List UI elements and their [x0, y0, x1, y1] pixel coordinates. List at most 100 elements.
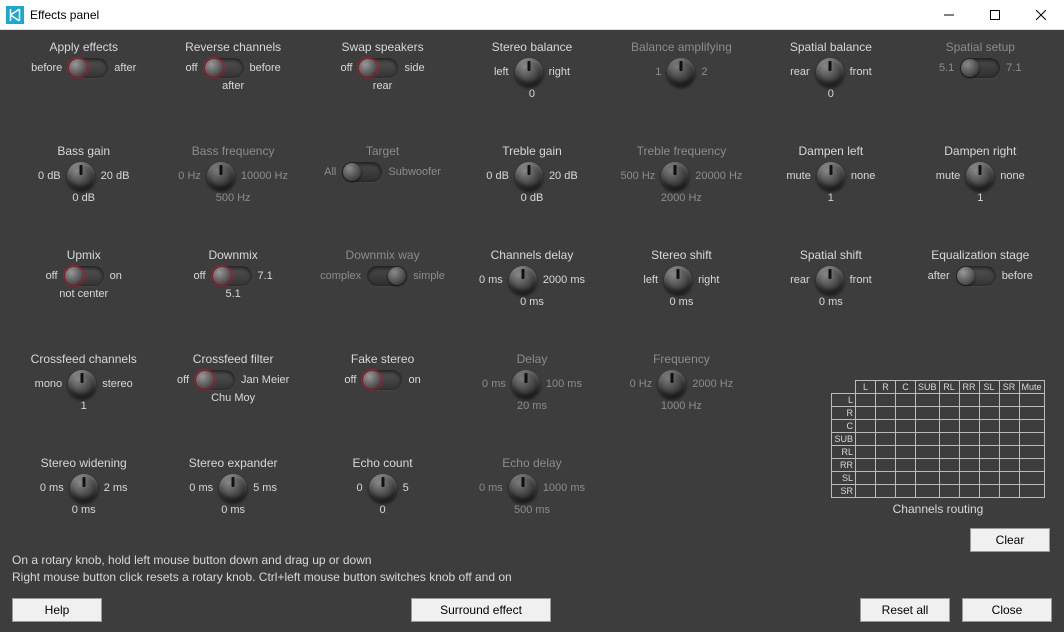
- routing-cell[interactable]: [895, 446, 915, 459]
- routing-cell[interactable]: [875, 394, 895, 407]
- knob[interactable]: [817, 162, 845, 190]
- routing-cell[interactable]: [915, 394, 939, 407]
- knob[interactable]: [515, 58, 543, 86]
- routing-cell[interactable]: [915, 485, 939, 498]
- routing-cell[interactable]: [959, 446, 979, 459]
- routing-cell[interactable]: [999, 459, 1019, 472]
- routing-cell[interactable]: [895, 433, 915, 446]
- routing-cell[interactable]: [895, 420, 915, 433]
- routing-cell[interactable]: [855, 433, 875, 446]
- routing-cell[interactable]: [939, 472, 959, 485]
- routing-cell[interactable]: [855, 485, 875, 498]
- knob[interactable]: [219, 474, 247, 502]
- routing-cell[interactable]: [895, 472, 915, 485]
- toggle[interactable]: [68, 58, 108, 78]
- routing-cell[interactable]: [1019, 433, 1044, 446]
- routing-cell[interactable]: [875, 407, 895, 420]
- routing-cell[interactable]: [875, 420, 895, 433]
- routing-cell[interactable]: [855, 446, 875, 459]
- toggle[interactable]: [204, 58, 244, 78]
- knob[interactable]: [509, 266, 537, 294]
- toggle[interactable]: [195, 370, 235, 390]
- routing-cell[interactable]: [1019, 394, 1044, 407]
- routing-cell[interactable]: [855, 459, 875, 472]
- routing-cell[interactable]: [875, 472, 895, 485]
- knob[interactable]: [369, 474, 397, 502]
- routing-cell[interactable]: [915, 446, 939, 459]
- routing-cell[interactable]: [979, 459, 999, 472]
- close-window-button[interactable]: [1018, 0, 1064, 30]
- routing-cell[interactable]: [959, 472, 979, 485]
- knob[interactable]: [68, 370, 96, 398]
- routing-cell[interactable]: [939, 420, 959, 433]
- knob[interactable]: [664, 266, 692, 294]
- routing-cell[interactable]: [979, 485, 999, 498]
- routing-cell[interactable]: [1019, 485, 1044, 498]
- knob[interactable]: [966, 162, 994, 190]
- routing-cell[interactable]: [1019, 459, 1044, 472]
- routing-cell[interactable]: [999, 472, 1019, 485]
- routing-cell[interactable]: [939, 459, 959, 472]
- routing-table[interactable]: LRCSUBRLRRSLSRMuteLRCSUBRLRRSLSR: [831, 380, 1044, 498]
- routing-cell[interactable]: [979, 433, 999, 446]
- routing-cell[interactable]: [1019, 446, 1044, 459]
- routing-cell[interactable]: [999, 420, 1019, 433]
- routing-cell[interactable]: [939, 433, 959, 446]
- routing-cell[interactable]: [915, 433, 939, 446]
- help-button[interactable]: Help: [12, 598, 102, 622]
- toggle[interactable]: [212, 266, 252, 286]
- routing-cell[interactable]: [1019, 420, 1044, 433]
- routing-cell[interactable]: [979, 446, 999, 459]
- routing-cell[interactable]: [999, 407, 1019, 420]
- routing-cell[interactable]: [979, 420, 999, 433]
- knob[interactable]: [70, 474, 98, 502]
- routing-cell[interactable]: [959, 433, 979, 446]
- reset-all-button[interactable]: Reset all: [860, 598, 950, 622]
- routing-cell[interactable]: [915, 472, 939, 485]
- routing-cell[interactable]: [999, 433, 1019, 446]
- routing-cell[interactable]: [1019, 472, 1044, 485]
- maximize-button[interactable]: [972, 0, 1018, 30]
- routing-cell[interactable]: [875, 459, 895, 472]
- routing-cell[interactable]: [959, 394, 979, 407]
- routing-cell[interactable]: [895, 407, 915, 420]
- routing-cell[interactable]: [979, 407, 999, 420]
- routing-cell[interactable]: [959, 459, 979, 472]
- routing-cell[interactable]: [875, 433, 895, 446]
- routing-cell[interactable]: [979, 394, 999, 407]
- minimize-button[interactable]: [926, 0, 972, 30]
- knob[interactable]: [67, 162, 95, 190]
- toggle[interactable]: [956, 266, 996, 286]
- routing-cell[interactable]: [855, 407, 875, 420]
- close-button[interactable]: Close: [962, 598, 1052, 622]
- routing-cell[interactable]: [999, 485, 1019, 498]
- routing-cell[interactable]: [1019, 407, 1044, 420]
- clear-button[interactable]: Clear: [970, 528, 1050, 552]
- surround-effect-button[interactable]: Surround effect: [411, 598, 551, 622]
- routing-cell[interactable]: [939, 485, 959, 498]
- routing-cell[interactable]: [999, 394, 1019, 407]
- routing-cell[interactable]: [875, 485, 895, 498]
- routing-cell[interactable]: [915, 407, 939, 420]
- routing-cell[interactable]: [895, 394, 915, 407]
- knob[interactable]: [816, 266, 844, 294]
- routing-cell[interactable]: [999, 446, 1019, 459]
- routing-cell[interactable]: [855, 420, 875, 433]
- routing-cell[interactable]: [939, 446, 959, 459]
- toggle[interactable]: [64, 266, 104, 286]
- routing-cell[interactable]: [895, 459, 915, 472]
- knob[interactable]: [816, 58, 844, 86]
- routing-cell[interactable]: [959, 407, 979, 420]
- toggle[interactable]: [358, 58, 398, 78]
- routing-cell[interactable]: [895, 485, 915, 498]
- routing-cell[interactable]: [959, 485, 979, 498]
- routing-cell[interactable]: [959, 420, 979, 433]
- knob[interactable]: [515, 162, 543, 190]
- routing-cell[interactable]: [979, 472, 999, 485]
- routing-cell[interactable]: [855, 472, 875, 485]
- routing-cell[interactable]: [915, 420, 939, 433]
- routing-cell[interactable]: [875, 446, 895, 459]
- toggle[interactable]: [362, 370, 402, 390]
- routing-cell[interactable]: [939, 407, 959, 420]
- routing-cell[interactable]: [939, 394, 959, 407]
